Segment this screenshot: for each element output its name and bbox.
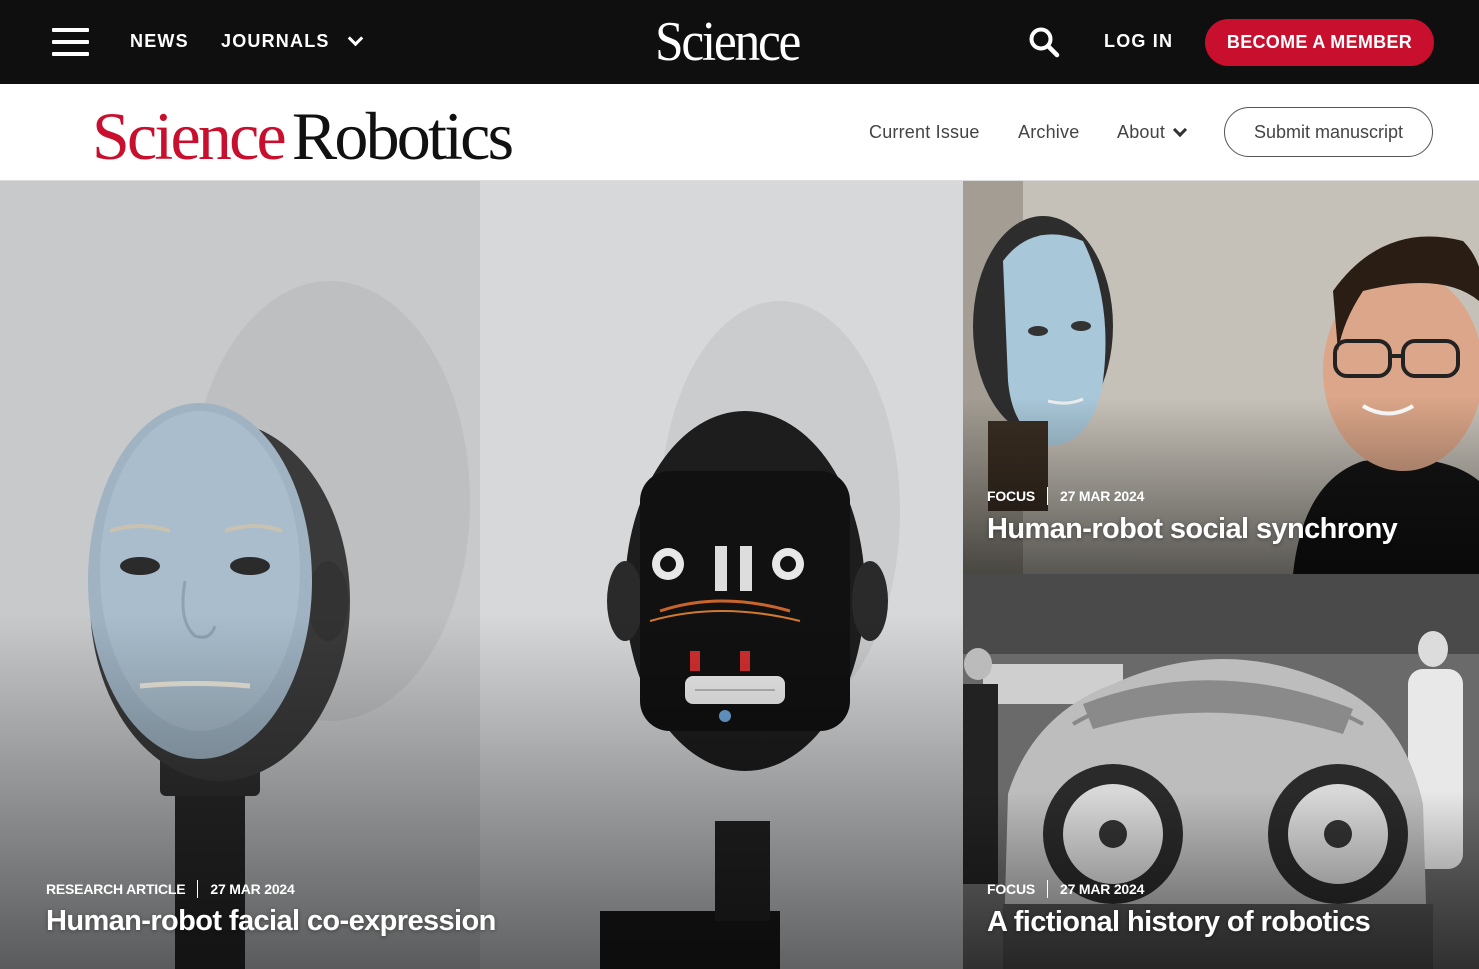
science-logo[interactable]: Science [655, 12, 801, 72]
journal-header: Science Robotics Current Issue Archive Ab… [0, 84, 1479, 181]
become-member-button[interactable]: BECOME A MEMBER [1205, 19, 1434, 66]
article-title[interactable]: Human-robot facial co-expression [46, 905, 496, 938]
nav-news[interactable]: NEWS [130, 31, 189, 52]
login-link[interactable]: LOG IN [1104, 31, 1173, 52]
card-meta: FOCUS 27 MAR 2024 [987, 487, 1144, 505]
card-meta: FOCUS 27 MAR 2024 [987, 880, 1144, 898]
nav-about[interactable]: About [1117, 122, 1188, 143]
article-date: 27 MAR 2024 [1060, 488, 1145, 504]
nav-archive[interactable]: Archive [1018, 122, 1079, 143]
article-type: FOCUS [987, 881, 1036, 897]
global-header: NEWS JOURNALS Science LOG IN BECOME A ME… [0, 0, 1479, 84]
article-date: 27 MAR 2024 [1060, 881, 1145, 897]
article-type: RESEARCH ARTICLE [46, 881, 186, 897]
meta-divider [1047, 487, 1049, 505]
nav-current-issue[interactable]: Current Issue [869, 122, 980, 143]
meta-divider [197, 880, 199, 898]
chevron-down-icon [347, 30, 363, 47]
submit-manuscript-button[interactable]: Submit manuscript [1224, 107, 1433, 157]
feature-card-main[interactable]: RESEARCH ARTICLE 27 MAR 2024 Human-robot… [0, 181, 963, 969]
nav-journals[interactable]: JOURNALS [221, 30, 363, 52]
search-icon[interactable] [1028, 26, 1060, 58]
article-type: FOCUS [987, 488, 1036, 504]
meta-divider [1047, 880, 1049, 898]
nav-journals-label: JOURNALS [221, 31, 330, 51]
brand-science: Science [92, 98, 287, 174]
chevron-down-icon [1172, 122, 1188, 137]
article-title[interactable]: Human-robot social synchrony [987, 513, 1398, 546]
article-date: 27 MAR 2024 [210, 881, 295, 897]
brand-robotics: Robotics [291, 98, 514, 174]
hamburger-menu-icon[interactable] [52, 28, 89, 56]
science-robotics-logo[interactable]: Science Robotics [92, 98, 514, 174]
article-title[interactable]: A fictional history of robotics [987, 906, 1371, 939]
card-gradient-overlay [963, 397, 1479, 574]
nav-about-label: About [1117, 122, 1166, 142]
card-meta: RESEARCH ARTICLE 27 MAR 2024 [46, 880, 295, 898]
feature-card-bottom-right[interactable]: FOCUS 27 MAR 2024 A fictional history of… [963, 574, 1479, 969]
feature-card-top-right[interactable]: FOCUS 27 MAR 2024 Human-robot social syn… [963, 181, 1479, 574]
